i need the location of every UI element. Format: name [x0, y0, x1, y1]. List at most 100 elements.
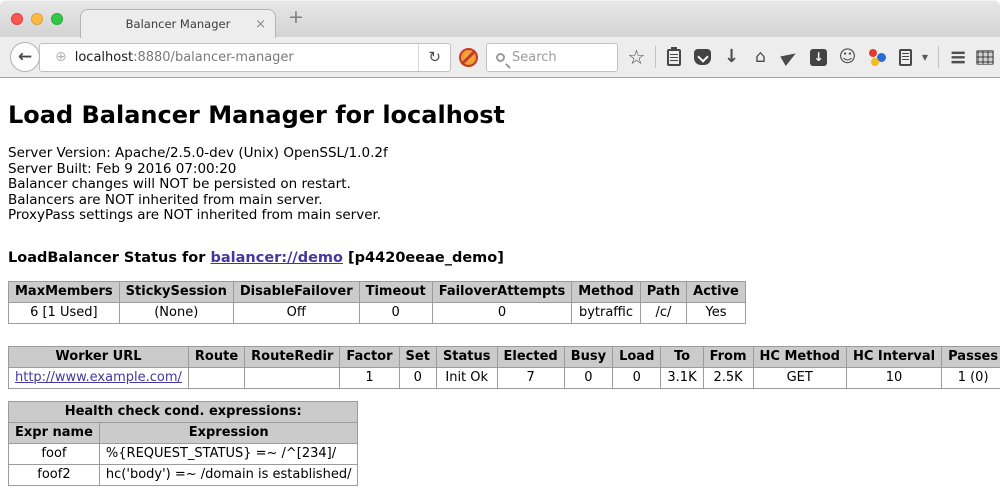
col-stickysession: StickySession	[119, 281, 233, 302]
cell-expression: hc('body') =~ /domain is established/	[99, 464, 358, 485]
cell-to: 3.1K	[661, 367, 703, 388]
cell-hc-interval: 10	[846, 367, 941, 388]
cell-passes: 1 (0)	[942, 367, 1000, 388]
col-disablefailover: DisableFailover	[233, 281, 359, 302]
downloads-icon[interactable]: ↓	[721, 48, 742, 66]
download-helper-icon[interactable]: ↓	[810, 49, 827, 66]
server-info: Server Version: Apache/2.5.0-dev (Unix) …	[8, 146, 992, 224]
col-worker-url: Worker URL	[9, 346, 189, 367]
col-set: Set	[399, 346, 436, 367]
cell-load: 0	[613, 367, 661, 388]
window-controls	[11, 13, 63, 25]
col-method: Method	[572, 281, 640, 302]
bookmark-star-icon[interactable]: ☆	[626, 47, 647, 67]
cell-timeout: 0	[359, 302, 432, 323]
cell-factor: 1	[340, 367, 399, 388]
cell-set: 0	[399, 367, 436, 388]
cell-expr-name: foof	[9, 443, 100, 464]
tab-close-icon[interactable]: ×	[255, 17, 266, 32]
col-route: Route	[188, 346, 244, 367]
server-built-line: Server Built: Feb 9 2016 07:00:20	[8, 162, 992, 178]
col-elected: Elected	[497, 346, 564, 367]
cell-elected: 7	[497, 367, 564, 388]
search-input[interactable]: Search	[486, 43, 618, 72]
zoom-window-button[interactable]	[51, 13, 63, 25]
adblock-icon[interactable]	[459, 48, 478, 67]
col-passes: Passes	[942, 346, 1000, 367]
col-load: Load	[613, 346, 661, 367]
cell-stickysession: (None)	[119, 302, 233, 323]
addon-dropdown-caret-icon[interactable]: ▼	[920, 53, 930, 62]
col-to: To	[661, 346, 703, 367]
col-timeout: Timeout	[359, 281, 432, 302]
balancer-demo-link[interactable]: balancer://demo	[210, 250, 343, 266]
site-identity-globe-icon[interactable]: ⊕	[55, 49, 67, 65]
balancer-settings-table: MaxMembers StickySession DisableFailover…	[8, 281, 746, 324]
hamburger-menu-icon[interactable]: ≡	[947, 47, 968, 68]
url-path: :8880/balancer-manager	[133, 50, 294, 65]
toolbar-separator	[655, 46, 656, 68]
col-active: Active	[687, 281, 746, 302]
search-placeholder: Search	[512, 50, 557, 65]
cell-method: bytraffic	[572, 302, 640, 323]
table-row: foof2 hc('body') =~ /domain is establish…	[9, 464, 358, 485]
navigation-toolbar: ← ⊕ localhost:8880/balancer-manager ↻ Se…	[0, 37, 1000, 78]
cell-hc-method: GET	[753, 367, 846, 388]
col-busy: Busy	[564, 346, 612, 367]
health-check-expressions-table: Health check cond. expressions: Expr nam…	[8, 401, 358, 486]
send-tab-icon[interactable]	[780, 48, 798, 65]
col-hc-interval: HC Interval	[846, 346, 941, 367]
col-expr-name: Expr name	[9, 422, 100, 443]
page-content: Load Balancer Manager for localhost Serv…	[0, 101, 1000, 491]
col-expression: Expression	[99, 422, 358, 443]
emoji-addon-icon[interactable]: ☺	[837, 49, 858, 66]
pocket-icon[interactable]	[694, 49, 711, 65]
worker-url-link[interactable]: http://www.example.com/	[15, 370, 182, 385]
server-version-line: Server Version: Apache/2.5.0-dev (Unix) …	[8, 146, 992, 162]
worker-status-table: Worker URL Route RouteRedir Factor Set S…	[8, 346, 1000, 389]
toolbar-separator	[938, 46, 939, 68]
status-prefix: LoadBalancer Status for	[8, 250, 205, 266]
col-hc-method: HC Method	[753, 346, 846, 367]
cell-disablefailover: Off	[233, 302, 359, 323]
cell-expression: %{REQUEST_STATUS} =~ /^[234]/	[99, 443, 358, 464]
url-bar[interactable]: ⊕ localhost:8880/balancer-manager ↻	[39, 43, 451, 72]
col-status: Status	[436, 346, 497, 367]
tab-groups-icon[interactable]	[976, 50, 994, 65]
battery-addon-icon[interactable]	[899, 49, 912, 66]
cell-from: 2.5K	[703, 367, 753, 388]
new-tab-button[interactable]: +	[288, 6, 304, 28]
cell-busy: 0	[564, 367, 612, 388]
cell-active: Yes	[687, 302, 746, 323]
reload-icon[interactable]: ↻	[419, 48, 450, 66]
search-icon	[496, 53, 505, 62]
titlebar: Balancer Manager × +	[0, 0, 1000, 37]
cell-worker-url: http://www.example.com/	[9, 367, 189, 388]
table-caption-row: Health check cond. expressions:	[9, 401, 358, 422]
cell-routeredir	[245, 367, 340, 388]
status-suffix: [p4420eeae_demo]	[348, 250, 504, 266]
cell-path: /c/	[640, 302, 686, 323]
col-routeredir: RouteRedir	[245, 346, 340, 367]
balancer-changes-line: Balancer changes will NOT be persisted o…	[8, 177, 992, 193]
colorful-dots-addon-icon[interactable]	[868, 49, 886, 66]
url-host: localhost	[75, 50, 133, 65]
table-row: 6 [1 Used] (None) Off 0 0 bytraffic /c/ …	[9, 302, 746, 323]
col-maxmembers: MaxMembers	[9, 281, 120, 302]
proxypass-settings-line: ProxyPass settings are NOT inherited fro…	[8, 208, 992, 224]
balancers-inherit-line: Balancers are NOT inherited from main se…	[8, 193, 992, 209]
table-row: foof %{REQUEST_STATUS} =~ /^[234]/	[9, 443, 358, 464]
home-icon[interactable]: ⌂	[750, 49, 771, 66]
cell-failoverattempts: 0	[432, 302, 572, 323]
close-window-button[interactable]	[11, 13, 23, 25]
reading-list-icon[interactable]	[667, 49, 681, 66]
back-button[interactable]: ←	[10, 42, 40, 72]
tab-balancer-manager[interactable]: Balancer Manager ×	[80, 9, 276, 38]
minimize-window-button[interactable]	[31, 13, 43, 25]
browser-window: Balancer Manager × + ← ⊕ localhost:8880/…	[0, 0, 1000, 491]
hc-table-caption: Health check cond. expressions:	[9, 401, 358, 422]
table-header-row: Expr name Expression	[9, 422, 358, 443]
cell-maxmembers: 6 [1 Used]	[9, 302, 120, 323]
loadbalancer-status-heading: LoadBalancer Status for balancer://demo …	[8, 250, 992, 266]
table-row: http://www.example.com/ 1 0 Init Ok 7 0 …	[9, 367, 1000, 388]
